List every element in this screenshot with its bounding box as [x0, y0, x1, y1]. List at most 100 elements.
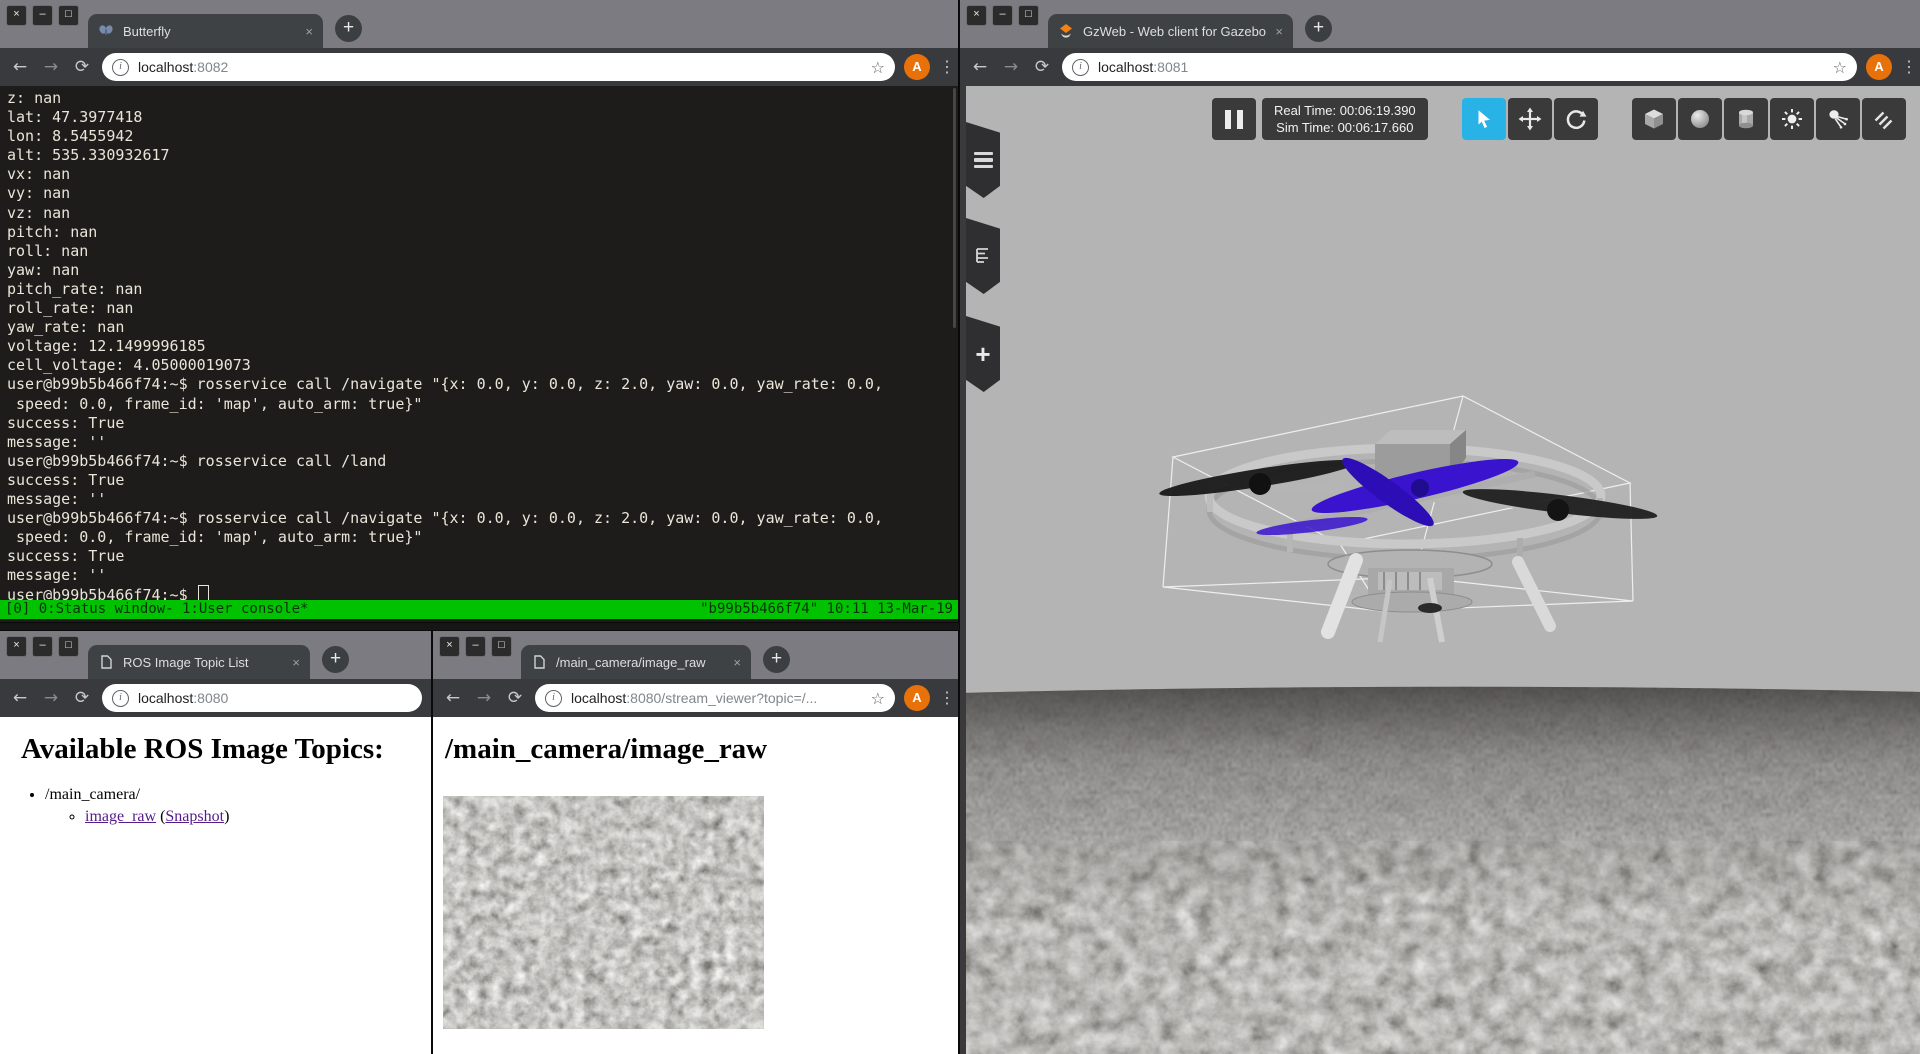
window-minimize-button[interactable]: –: [465, 636, 486, 657]
terminal-line: success: True: [0, 471, 958, 490]
tab-close-icon[interactable]: ×: [305, 24, 313, 39]
terminal-line: lat: 47.3977418: [0, 108, 958, 127]
terminal-line: roll_rate: nan: [0, 299, 958, 318]
rotate-tool-button[interactable]: [1554, 98, 1598, 140]
window-maximize-button[interactable]: □: [58, 636, 79, 657]
document-favicon: [98, 654, 114, 670]
back-icon[interactable]: ←: [442, 688, 464, 708]
info-icon[interactable]: i: [112, 690, 129, 707]
window-close-button[interactable]: ×: [6, 5, 27, 26]
terminal-scrollbar[interactable]: [953, 88, 956, 328]
topic-link-item: image_raw (Snapshot): [85, 808, 431, 826]
reload-icon[interactable]: ⟳: [71, 688, 93, 708]
bookmark-star-icon[interactable]: ☆: [863, 58, 885, 77]
panel-tab-menu[interactable]: [966, 122, 1000, 198]
tab-title: ROS Image Topic List: [123, 655, 284, 670]
tab-butterfly[interactable]: Butterfly ×: [88, 14, 323, 48]
window-close-button[interactable]: ×: [6, 636, 27, 657]
window-controls: × – □: [6, 636, 79, 657]
forward-icon[interactable]: →: [1000, 57, 1022, 77]
back-icon[interactable]: ←: [9, 688, 31, 708]
info-icon[interactable]: i: [545, 690, 562, 707]
insert-box-button[interactable]: [1632, 98, 1676, 140]
forward-icon[interactable]: →: [40, 57, 62, 77]
new-tab-button[interactable]: +: [322, 646, 349, 673]
browser-menu-icon[interactable]: ⋮: [939, 688, 949, 708]
window-minimize-button[interactable]: –: [32, 636, 53, 657]
reload-icon[interactable]: ⟳: [71, 57, 93, 77]
web-terminal[interactable]: z: nanlat: 47.3977418lon: 8.5455942alt: …: [0, 86, 958, 622]
url-bar[interactable]: i localhost :8080/stream_viewer?topic=/.…: [535, 684, 895, 712]
snapshot-link[interactable]: Snapshot: [165, 808, 224, 825]
sim-time-panel: Real Time: 00:06:19.390 Sim Time: 00:06:…: [1262, 98, 1428, 140]
browser-toolbar: ← → ⟳ i localhost :8082 ☆ A ⋮: [0, 48, 958, 86]
back-icon[interactable]: ←: [9, 57, 31, 77]
url-host: localhost: [571, 690, 626, 706]
bookmark-star-icon[interactable]: ☆: [1825, 58, 1847, 77]
gazebo-scene-render: [960, 86, 1920, 1054]
gazebo-favicon: [1058, 23, 1074, 39]
browser-toolbar: ← → ⟳ i localhost :8081 ☆ A ⋮: [960, 48, 1920, 86]
window-minimize-button[interactable]: –: [992, 5, 1013, 26]
tab-gzweb[interactable]: GzWeb - Web client for Gazebo ×: [1048, 14, 1293, 48]
browser-toolbar: ← → ⟳ i localhost :8080: [0, 679, 431, 717]
terminal-line: user@b99b5b466f74:~$ rosservice call /la…: [0, 452, 958, 471]
new-tab-button[interactable]: +: [335, 15, 362, 42]
info-icon[interactable]: i: [112, 59, 129, 76]
browser-menu-icon[interactable]: ⋮: [1901, 57, 1911, 77]
url-host: localhost: [138, 59, 193, 75]
spot-light-button[interactable]: [1816, 98, 1860, 140]
info-icon[interactable]: i: [1072, 59, 1089, 76]
reload-icon[interactable]: ⟳: [1031, 57, 1053, 77]
forward-icon[interactable]: →: [473, 688, 495, 708]
reload-icon[interactable]: ⟳: [504, 688, 526, 708]
directional-light-button[interactable]: [1862, 98, 1906, 140]
forward-icon[interactable]: →: [40, 688, 62, 708]
window-controls: × – □: [966, 5, 1039, 26]
panel-tab-insert[interactable]: +: [966, 316, 1000, 392]
tab-close-icon[interactable]: ×: [733, 655, 741, 670]
profile-avatar[interactable]: A: [904, 685, 930, 711]
window-topic-list: × – □ ROS Image Topic List × + ← → ⟳ i l…: [0, 631, 431, 1054]
bookmark-star-icon[interactable]: ☆: [863, 689, 885, 708]
point-light-button[interactable]: [1770, 98, 1814, 140]
insert-cylinder-button[interactable]: [1724, 98, 1768, 140]
url-bar[interactable]: i localhost :8081 ☆: [1062, 53, 1857, 81]
ground-plane: [960, 681, 1920, 1054]
profile-avatar[interactable]: A: [904, 54, 930, 80]
window-maximize-button[interactable]: □: [491, 636, 512, 657]
window-minimize-button[interactable]: –: [32, 5, 53, 26]
window-controls: × – □: [439, 636, 512, 657]
tmux-status-bar: [0] 0:Status window- 1:User console* "b9…: [0, 600, 958, 619]
url-bar[interactable]: i localhost :8082 ☆: [102, 53, 895, 81]
tab-close-icon[interactable]: ×: [1275, 24, 1283, 39]
tab-close-icon[interactable]: ×: [292, 655, 300, 670]
insert-sphere-button[interactable]: [1678, 98, 1722, 140]
new-tab-button[interactable]: +: [763, 646, 790, 673]
gazebo-3d-viewport[interactable]: Real Time: 00:06:19.390 Sim Time: 00:06:…: [960, 86, 1920, 1054]
new-tab-button[interactable]: +: [1305, 15, 1332, 42]
window-close-button[interactable]: ×: [439, 636, 460, 657]
translate-tool-button[interactable]: [1508, 98, 1552, 140]
stream-page: /main_camera/image_raw: [433, 717, 958, 1054]
directional-light-icon: [1872, 107, 1896, 131]
terminal-line: pitch: nan: [0, 223, 958, 242]
tab-topic-list[interactable]: ROS Image Topic List ×: [88, 645, 310, 679]
image-raw-link[interactable]: image_raw: [85, 808, 156, 825]
terminal-line: alt: 535.330932617: [0, 146, 958, 165]
pause-button[interactable]: [1212, 98, 1256, 140]
profile-avatar[interactable]: A: [1866, 54, 1892, 80]
window-gzweb: × – □ GzWeb - Web client for Gazebo × + …: [960, 0, 1920, 1054]
browser-menu-icon[interactable]: ⋮: [939, 57, 949, 77]
url-host: localhost: [1098, 59, 1153, 75]
terminal-line: user@b99b5b466f74:~$ rosservice call /na…: [0, 509, 958, 528]
terminal-line: yaw_rate: nan: [0, 318, 958, 337]
window-close-button[interactable]: ×: [966, 5, 987, 26]
window-maximize-button[interactable]: □: [1018, 5, 1039, 26]
tab-stream[interactable]: /main_camera/image_raw ×: [521, 645, 751, 679]
window-maximize-button[interactable]: □: [58, 5, 79, 26]
panel-tab-scene-tree[interactable]: [966, 218, 1000, 294]
select-tool-button[interactable]: [1462, 98, 1506, 140]
back-icon[interactable]: ←: [969, 57, 991, 77]
url-bar[interactable]: i localhost :8080: [102, 684, 422, 712]
